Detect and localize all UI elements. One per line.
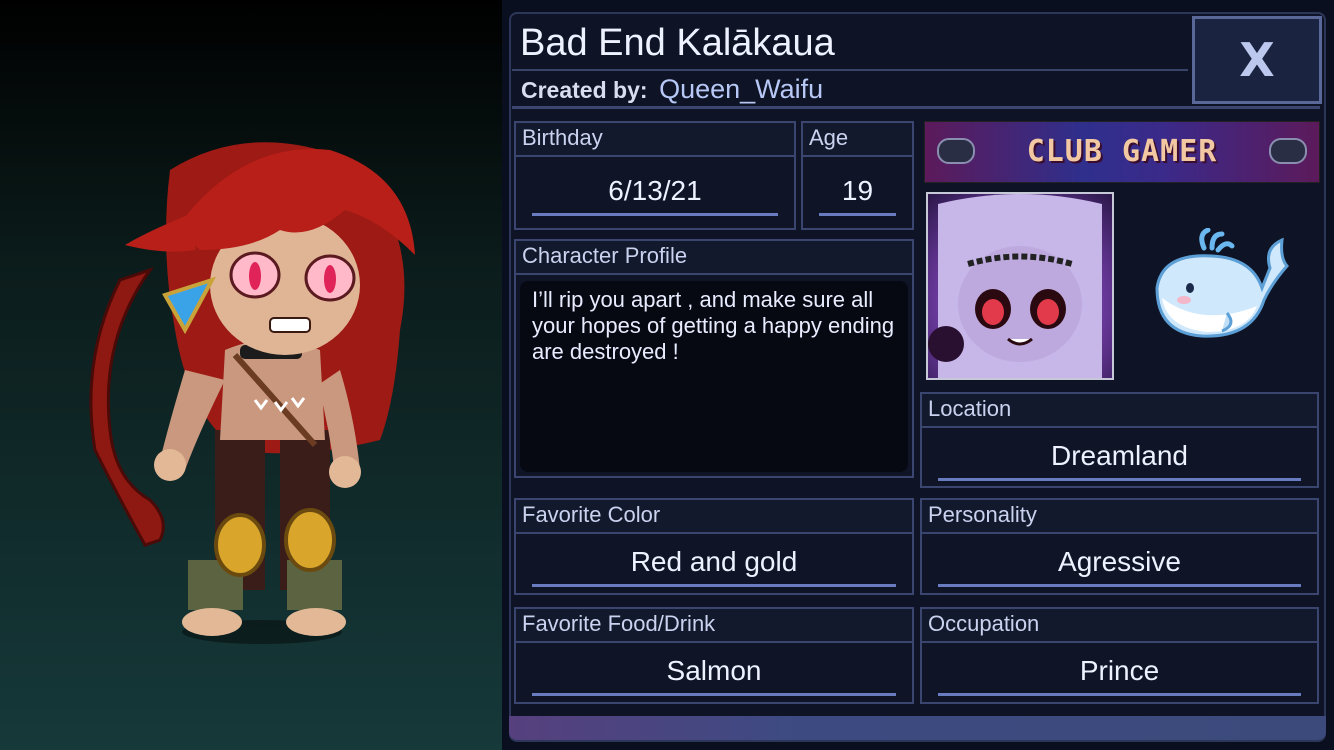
birthday-underline bbox=[532, 213, 778, 216]
banner-text: CLUB GAMER bbox=[1026, 134, 1218, 169]
occupation-field: Occupation Prince bbox=[920, 607, 1319, 704]
age-label: Age bbox=[803, 123, 912, 157]
occupation-label: Occupation bbox=[922, 609, 1317, 643]
bottom-strip bbox=[509, 716, 1326, 740]
personality-field: Personality Agressive bbox=[920, 498, 1319, 595]
personality-underline bbox=[938, 584, 1301, 587]
personality-value: Agressive bbox=[1058, 546, 1181, 577]
age-underline bbox=[819, 213, 896, 216]
favorite-color-underline bbox=[532, 584, 896, 587]
location-underline bbox=[938, 478, 1301, 481]
occupation-underline bbox=[938, 693, 1301, 696]
birthday-label: Birthday bbox=[516, 123, 794, 157]
character-portrait bbox=[926, 192, 1114, 380]
age-field: Age 19 bbox=[801, 121, 914, 230]
location-field: Location Dreamland bbox=[920, 392, 1319, 488]
favorite-color-label: Favorite Color bbox=[516, 500, 912, 534]
age-value: 19 bbox=[841, 175, 874, 206]
favorite-food-value: Salmon bbox=[666, 655, 762, 686]
occupation-value: Prince bbox=[1079, 655, 1160, 686]
favorite-food-label: Favorite Food/Drink bbox=[516, 609, 912, 643]
character-profile-label: Character Profile bbox=[516, 241, 912, 275]
created-by-label: Created by: bbox=[521, 77, 648, 103]
character-profile-field: Character Profile I’ll rip you apart , a… bbox=[514, 239, 914, 478]
favorite-food-field: Favorite Food/Drink Salmon bbox=[514, 607, 914, 704]
personality-label: Personality bbox=[922, 500, 1317, 534]
divider bbox=[512, 106, 1320, 109]
favorite-color-value: Red and gold bbox=[630, 546, 798, 577]
profile-panel: Bad End Kalākaua Created by: Queen_Waifu… bbox=[502, 0, 1334, 750]
location-value: Dreamland bbox=[1051, 440, 1188, 471]
birthday-field: Birthday 6/13/21 bbox=[514, 121, 796, 230]
created-by: Created by: Queen_Waifu bbox=[521, 74, 823, 105]
birthday-value: 6/13/21 bbox=[608, 175, 702, 206]
creator-name: Queen_Waifu bbox=[659, 74, 824, 104]
character-fullbody bbox=[89, 142, 415, 644]
divider bbox=[512, 69, 1188, 71]
club-gamer-banner: CLUB GAMER bbox=[924, 121, 1320, 183]
character-name: Bad End Kalākaua bbox=[520, 22, 835, 64]
close-button[interactable]: X bbox=[1192, 16, 1322, 104]
favorite-food-underline bbox=[532, 693, 896, 696]
favorite-color-field: Favorite Color Red and gold bbox=[514, 498, 914, 595]
character-stage bbox=[0, 0, 502, 750]
close-icon: X bbox=[1239, 33, 1275, 87]
location-label: Location bbox=[922, 394, 1317, 428]
whale-icon bbox=[1155, 228, 1289, 338]
character-profile-text: I’ll rip you apart , and make sure all y… bbox=[520, 281, 908, 472]
